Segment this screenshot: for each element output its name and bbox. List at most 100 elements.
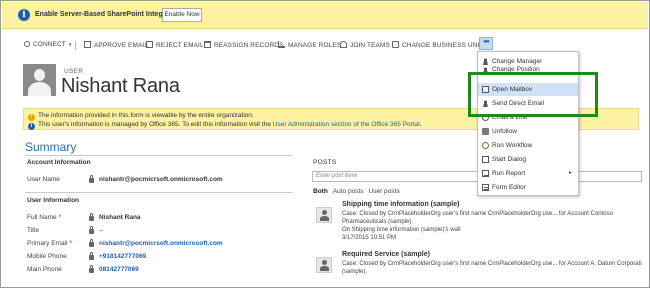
posts-heading: POSTS (313, 159, 337, 166)
form-icon (482, 184, 489, 191)
main-phone-label: Main Phone (27, 266, 62, 273)
info-line-1: ! The information provided in this form i… (28, 112, 254, 121)
dialog-icon (482, 156, 489, 163)
menu-item-run-report[interactable]: Run Report ▸ (478, 167, 578, 180)
mobile-phone-field[interactable]: +918142777069 (99, 253, 146, 260)
approve-email-label: APPROVE EMAIL (94, 42, 149, 49)
account-section-divider (25, 155, 293, 156)
manage-roles-icon (278, 41, 285, 48)
user-name-label: User Name (27, 176, 60, 183)
office365-admin-link[interactable]: User Administration section of the Offic… (273, 121, 420, 128)
approve-email-icon (84, 41, 91, 48)
menu-item-form-editor[interactable]: Form Editor (478, 181, 578, 194)
lock-icon (89, 239, 94, 247)
info-icon: i (18, 9, 30, 21)
notification-text: Enable Server-Based SharePoint Integrati… (35, 11, 183, 18)
posts-filter-tabs: Both Auto posts User posts (313, 188, 405, 195)
warning-icon: ! (28, 114, 35, 121)
summary-heading: Summary (25, 140, 77, 154)
post-wall-text: On Shipping time information (sample)'s … (342, 227, 461, 233)
title-field[interactable]: -- (99, 227, 103, 234)
change-business-unit-label: CHANGE BUSINESS UNIT (402, 42, 484, 49)
reject-email-label: REJECT EMAIL (156, 42, 204, 49)
avatar-body (28, 82, 51, 96)
menu-item-unfollow[interactable]: Unfollow (478, 125, 578, 138)
manage-roles-button[interactable]: MANAGE ROLES (278, 41, 341, 49)
lock-icon (89, 175, 94, 183)
notification-bar: i Enable Server-Based SharePoint Integra… (2, 2, 648, 29)
chevron-right-icon: ▸ (568, 170, 572, 176)
full-name-label-text: Full Name (27, 214, 57, 221)
join-teams-label: JOIN TEAMS (350, 42, 390, 49)
required-indicator: * (69, 240, 72, 247)
tab-auto-posts[interactable]: Auto posts (333, 188, 364, 195)
menu-item-label: Unfollow (492, 128, 517, 135)
account-information-heading: Account Information (27, 159, 91, 166)
post-text: Pharmaceuticals (sample). (342, 219, 414, 225)
post-title[interactable]: Shipping time information (sample) (342, 201, 459, 208)
highlight-annotation-box (468, 72, 598, 117)
manage-roles-label: MANAGE ROLES (288, 42, 342, 49)
info-icon: i (28, 123, 35, 130)
primary-email-field[interactable]: nishantr@pocmicrsoft.onmicrosoft.com (99, 240, 223, 247)
post-timestamp: 3/17/2015 10:51 PM (342, 235, 397, 241)
info-line-2: i This user's information is managed by O… (28, 121, 422, 130)
post-text: (sample). (342, 269, 368, 275)
menu-item-label: Change Manager (492, 58, 543, 65)
menu-item-run-workflow[interactable]: Run Workflow (478, 139, 578, 152)
more-commands-button[interactable]: ••• (479, 37, 493, 50)
record-title: Nishant Rana (61, 75, 180, 97)
mobile-phone-label: Mobile Phone (27, 253, 67, 260)
business-unit-icon (392, 41, 399, 48)
post-text: Case: Closed by CrmPlaceholderOrg user's… (342, 261, 642, 267)
menu-item-start-dialog[interactable]: Start Dialog (478, 153, 578, 166)
report-icon (482, 170, 489, 177)
approve-email-button[interactable]: APPROVE EMAIL (84, 41, 148, 49)
tab-both[interactable]: Both (313, 188, 328, 195)
command-separator (75, 41, 76, 50)
lock-icon (89, 226, 94, 234)
person-icon (482, 58, 489, 65)
post-title[interactable]: Required Service (sample) (342, 251, 430, 258)
post-avatar-icon (316, 257, 332, 273)
lock-icon (89, 252, 94, 260)
join-teams-icon (340, 41, 347, 48)
menu-item-label: Form Editor (492, 184, 526, 191)
reject-email-icon (146, 41, 153, 48)
full-name-field[interactable]: Nishant Rana (99, 214, 141, 221)
workflow-icon (482, 142, 489, 149)
enable-now-button[interactable]: Enable Now (162, 8, 202, 22)
reassign-records-icon (204, 41, 211, 48)
required-indicator: * (58, 214, 62, 221)
info-line-2-prefix: This user's information is managed by Of… (38, 121, 273, 128)
menu-item-label: Run Workflow (492, 142, 533, 149)
primary-email-label: Primary Email * (27, 240, 72, 247)
main-phone-field[interactable]: 08142777069 (99, 266, 139, 273)
reassign-records-label: REASSIGN RECORDS (214, 42, 284, 49)
info-line-1-text: The information provided in this form is… (38, 112, 254, 119)
reject-email-button[interactable]: REJECT EMAIL (146, 41, 204, 49)
change-business-unit-button[interactable]: CHANGE BUSINESS UNIT (392, 41, 483, 49)
user-avatar[interactable] (23, 64, 56, 96)
unfollow-icon (482, 128, 489, 135)
user-name-field[interactable]: nishantr@pocmicrsoft.onmicrosoft.com (99, 176, 223, 183)
connect-label: CONNECT (33, 41, 66, 48)
tab-user-posts[interactable]: User posts (369, 188, 400, 195)
full-name-label: Full Name * (27, 214, 61, 221)
title-label: Title (27, 227, 40, 234)
reassign-records-button[interactable]: REASSIGN RECORDS (204, 41, 284, 49)
menu-item-label: Start Dialog (492, 156, 526, 163)
primary-email-label-text: Primary Email (27, 240, 68, 247)
info-line-2-suffix: . (419, 121, 422, 128)
post-text: Case: Closed by CrmPlaceholderOrg user's… (342, 211, 613, 217)
connect-icon (24, 41, 30, 47)
menu-item-label: Run Report (492, 170, 526, 177)
lock-icon (89, 265, 94, 273)
connect-button[interactable]: CONNECT ▾ (24, 41, 71, 48)
entity-type-label: USER (64, 68, 84, 75)
join-teams-button[interactable]: JOIN TEAMS (340, 41, 390, 49)
avatar-head (34, 69, 45, 81)
chevron-down-icon[interactable]: ▾ (69, 42, 72, 48)
crm-user-form: i Enable Server-Based SharePoint Integra… (0, 0, 650, 288)
post-avatar-icon (316, 207, 332, 223)
